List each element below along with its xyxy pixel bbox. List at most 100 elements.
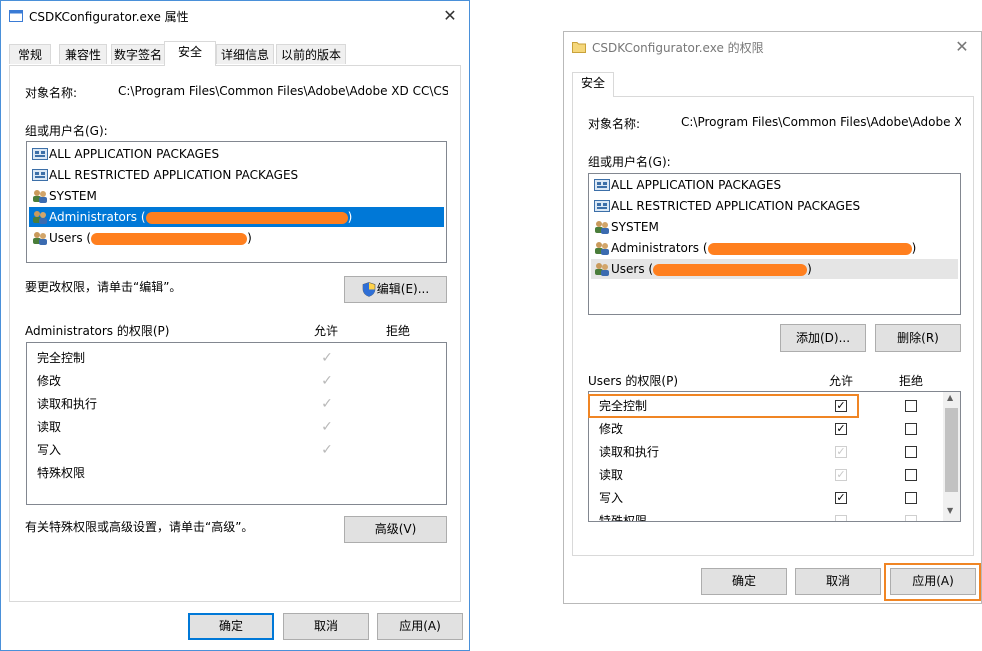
list-item[interactable]: ALL RESTRICTED APPLICATION PACKAGES (29, 165, 444, 185)
permission-row: 读取 (599, 464, 623, 486)
deny-checkbox[interactable] (905, 492, 917, 504)
allow-checkbox (835, 515, 847, 521)
list-item[interactable]: SYSTEM (29, 186, 444, 206)
permission-row: 修改 (37, 370, 61, 392)
close-icon[interactable]: ✕ (439, 5, 461, 27)
permission-row: 读取 (37, 416, 61, 438)
user-name: ALL RESTRICTED APPLICATION PACKAGES (611, 199, 861, 213)
remove-button[interactable]: 删除(R) (875, 324, 961, 352)
object-name-value: C:\Program Files\Common Files\Adobe\Adob… (118, 84, 448, 98)
exe-file-icon (9, 10, 23, 22)
cancel-button[interactable]: 取消 (795, 568, 881, 595)
permissions-scrollbar[interactable]: ▲ ▼ (943, 392, 960, 521)
tab-compatibility[interactable]: 兼容性 (59, 44, 107, 64)
permission-name: 读取 (37, 420, 62, 434)
tab-security[interactable]: 安全 (572, 72, 614, 97)
group-users-list[interactable]: ALL APPLICATION PACKAGES ALL RESTRICTED … (26, 141, 447, 263)
tab-security[interactable]: 安全 (164, 41, 216, 66)
cancel-button[interactable]: 取消 (283, 613, 369, 640)
add-button[interactable]: 添加(D)... (780, 324, 866, 352)
list-item[interactable]: Administrators () (591, 238, 958, 258)
scroll-down-icon[interactable]: ▼ (947, 506, 953, 515)
group-users-label: 组或用户名(G): (25, 124, 108, 138)
user-suffix: ) (247, 231, 252, 245)
permissions-window: CSDKConfigurator.exe 的权限 ✕ 安全 对象名称: C:\P… (563, 31, 982, 604)
object-name-label: 对象名称: (588, 117, 641, 131)
permission-row: 特殊权限 (599, 510, 648, 522)
title-bar: CSDKConfigurator.exe 的权限 ✕ (564, 32, 981, 62)
allow-check-icon: ✓ (321, 419, 333, 435)
group-users-list[interactable]: ALL APPLICATION PACKAGES ALL RESTRICTED … (588, 173, 961, 315)
user-suffix: ) (347, 210, 353, 224)
permissions-list: 完全控制 修改 读取和执行 读取 写入 特殊权限 ✓ ✓ ✓ ✓ ✓ (26, 342, 447, 505)
object-name-label: 对象名称: (25, 86, 78, 100)
redaction (707, 242, 912, 255)
users-group-icon (595, 242, 609, 255)
permission-row: 读取和执行 (37, 393, 97, 415)
permission-name: 特殊权限 (37, 466, 86, 480)
permission-row: 读取和执行 (599, 441, 659, 463)
users-group-icon (33, 190, 47, 203)
users-group-icon (595, 221, 609, 234)
scrollbar-thumb[interactable] (945, 408, 958, 492)
tab-previous-versions[interactable]: 以前的版本 (276, 44, 346, 64)
list-item[interactable]: ALL APPLICATION PACKAGES (29, 144, 444, 164)
allow-checkbox: ✓ (835, 468, 847, 481)
permission-name: 修改 (599, 422, 624, 436)
deny-checkbox (905, 515, 917, 521)
window-title: CSDKConfigurator.exe 属性 (29, 10, 189, 24)
packages-icon (32, 148, 48, 160)
edit-button[interactable]: 编辑(E)... (344, 276, 447, 303)
user-name: SYSTEM (611, 220, 659, 234)
allow-check-icon: ✓ (321, 442, 333, 458)
user-suffix: ) (911, 241, 917, 255)
allow-check-icon: ✓ (321, 373, 333, 389)
list-item-selected[interactable]: Administrators () (29, 207, 444, 227)
tab-general[interactable]: 常规 (9, 44, 51, 64)
users-group-icon (33, 211, 47, 224)
list-item[interactable]: ALL APPLICATION PACKAGES (591, 175, 958, 195)
advanced-hint: 有关特殊权限或高级设置，请单击“高级”。 (25, 520, 254, 534)
allow-checkbox[interactable]: ✓ (835, 492, 847, 504)
shield-icon (362, 282, 376, 297)
permission-name: 读取和执行 (37, 397, 98, 411)
redaction (653, 263, 808, 276)
close-icon[interactable]: ✕ (951, 36, 973, 58)
users-group-icon (595, 263, 609, 276)
list-item[interactable]: SYSTEM (591, 217, 958, 237)
permission-row: 写入 (37, 439, 61, 461)
allow-header: 允许 (829, 374, 854, 388)
ok-button[interactable]: 确定 (701, 568, 787, 595)
scroll-up-icon[interactable]: ▲ (947, 393, 953, 402)
advanced-button[interactable]: 高级(V) (344, 516, 447, 543)
permission-row: 特殊权限 (37, 462, 85, 484)
permission-name: 特殊权限 (599, 514, 648, 522)
allow-header: 允许 (314, 324, 339, 338)
window-title: CSDKConfigurator.exe 的权限 (592, 41, 764, 55)
permissions-label: Users 的权限(P) (588, 374, 679, 388)
object-name-value: C:\Program Files\Common Files\Adobe\Adob… (681, 115, 961, 129)
allow-checkbox[interactable]: ✓ (835, 423, 847, 435)
apply-button[interactable]: 应用(A) (377, 613, 463, 640)
user-name: Users ( (611, 262, 654, 276)
permission-name: 写入 (599, 491, 624, 505)
apply-button-highlight (884, 563, 981, 601)
group-users-label: 组或用户名(G): (588, 155, 671, 169)
deny-checkbox[interactable] (905, 446, 917, 458)
deny-checkbox[interactable] (905, 400, 917, 412)
permission-name: 完全控制 (37, 351, 86, 365)
permissions-label: Administrators 的权限(P) (25, 324, 170, 338)
ok-button[interactable]: 确定 (188, 613, 274, 640)
user-name: ALL RESTRICTED APPLICATION PACKAGES (49, 168, 299, 182)
list-item[interactable]: Users () (29, 228, 444, 248)
deny-checkbox[interactable] (905, 469, 917, 481)
deny-checkbox[interactable] (905, 423, 917, 435)
user-name: SYSTEM (49, 189, 97, 203)
deny-header: 拒绝 (899, 374, 924, 388)
tab-digital-signatures[interactable]: 数字签名 (111, 44, 165, 64)
list-item[interactable]: ALL RESTRICTED APPLICATION PACKAGES (591, 196, 958, 216)
tab-details[interactable]: 详细信息 (216, 44, 274, 64)
permission-row: 修改 (599, 418, 623, 440)
allow-check-icon: ✓ (321, 350, 333, 366)
list-item-hover[interactable]: Users () (591, 259, 958, 279)
